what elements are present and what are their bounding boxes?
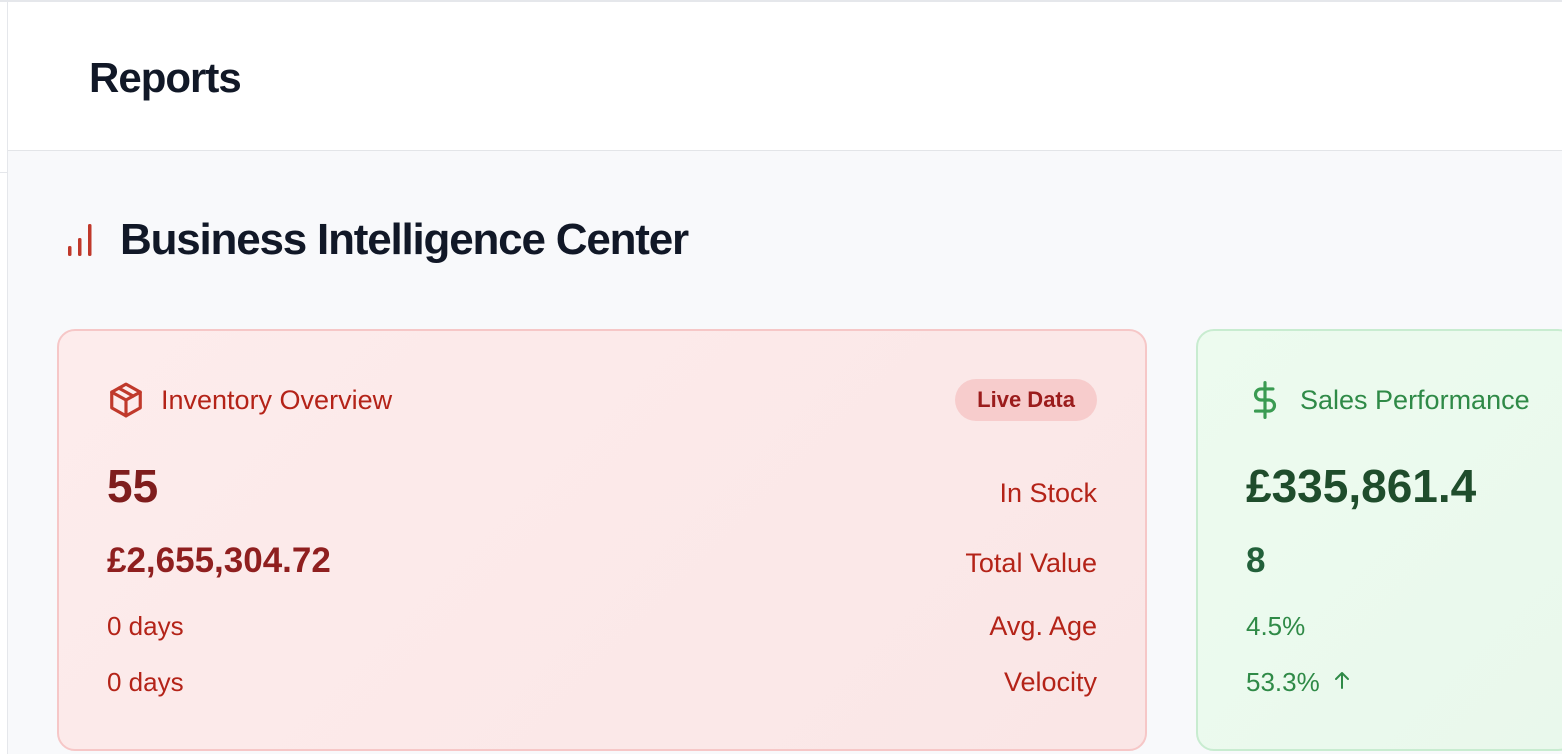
live-data-badge: Live Data — [955, 379, 1097, 421]
stat-row-velocity: 0 days Velocity — [107, 667, 1097, 698]
package-icon — [110, 382, 142, 418]
stat-row-rate: 4.5% — [1246, 611, 1526, 642]
total-value-value: £2,655,304.72 — [107, 541, 331, 580]
stat-row-orders: 8 — [1246, 541, 1526, 581]
dollar-icon — [1253, 381, 1276, 419]
section-title: Business Intelligence Center — [120, 215, 689, 264]
card-header: Inventory Overview — [107, 381, 392, 419]
stat-row-growth: 53.3% — [1246, 667, 1526, 698]
section-heading: Business Intelligence Center — [66, 215, 689, 265]
left-rail — [0, 2, 8, 754]
app-frame: Reports Business Intelligence Center Inv… — [0, 0, 1562, 754]
bar-chart-icon — [68, 224, 92, 256]
revenue-value: £335,861.4 — [1246, 460, 1477, 512]
stat-row-revenue: £335,861.4 — [1246, 459, 1526, 513]
growth-value: 53.3% — [1246, 667, 1320, 697]
sales-performance-card[interactable]: Sales Performance £335,861.4 8 4.5% 53.3… — [1196, 329, 1562, 751]
rail-divider — [0, 172, 8, 173]
stat-row-avg-age: 0 days Avg. Age — [107, 611, 1097, 642]
page-title: Reports — [89, 54, 242, 101]
page-header: Reports — [8, 4, 1562, 151]
rate-value: 4.5% — [1246, 611, 1306, 641]
arrow-up-icon — [1334, 672, 1349, 689]
in-stock-value: 55 — [107, 460, 159, 512]
main-content: Business Intelligence Center Inventory O… — [8, 151, 1562, 754]
orders-value: 8 — [1246, 541, 1266, 580]
stat-row-in-stock: 55 In Stock — [107, 459, 1097, 513]
avg-age-label: Avg. Age — [989, 611, 1097, 641]
stat-row-total-value: £2,655,304.72 Total Value — [107, 541, 1097, 581]
total-value-label: Total Value — [965, 548, 1097, 578]
velocity-label: Velocity — [1003, 667, 1097, 697]
velocity-value: 0 days — [107, 667, 184, 697]
inventory-overview-card[interactable]: Inventory Overview Live Data 55 In Stock… — [57, 329, 1147, 751]
card-title: Sales Performance — [1300, 384, 1530, 415]
in-stock-label: In Stock — [999, 478, 1097, 508]
card-title: Inventory Overview — [161, 384, 393, 415]
card-header: Sales Performance — [1246, 381, 1530, 419]
avg-age-value: 0 days — [107, 611, 184, 641]
